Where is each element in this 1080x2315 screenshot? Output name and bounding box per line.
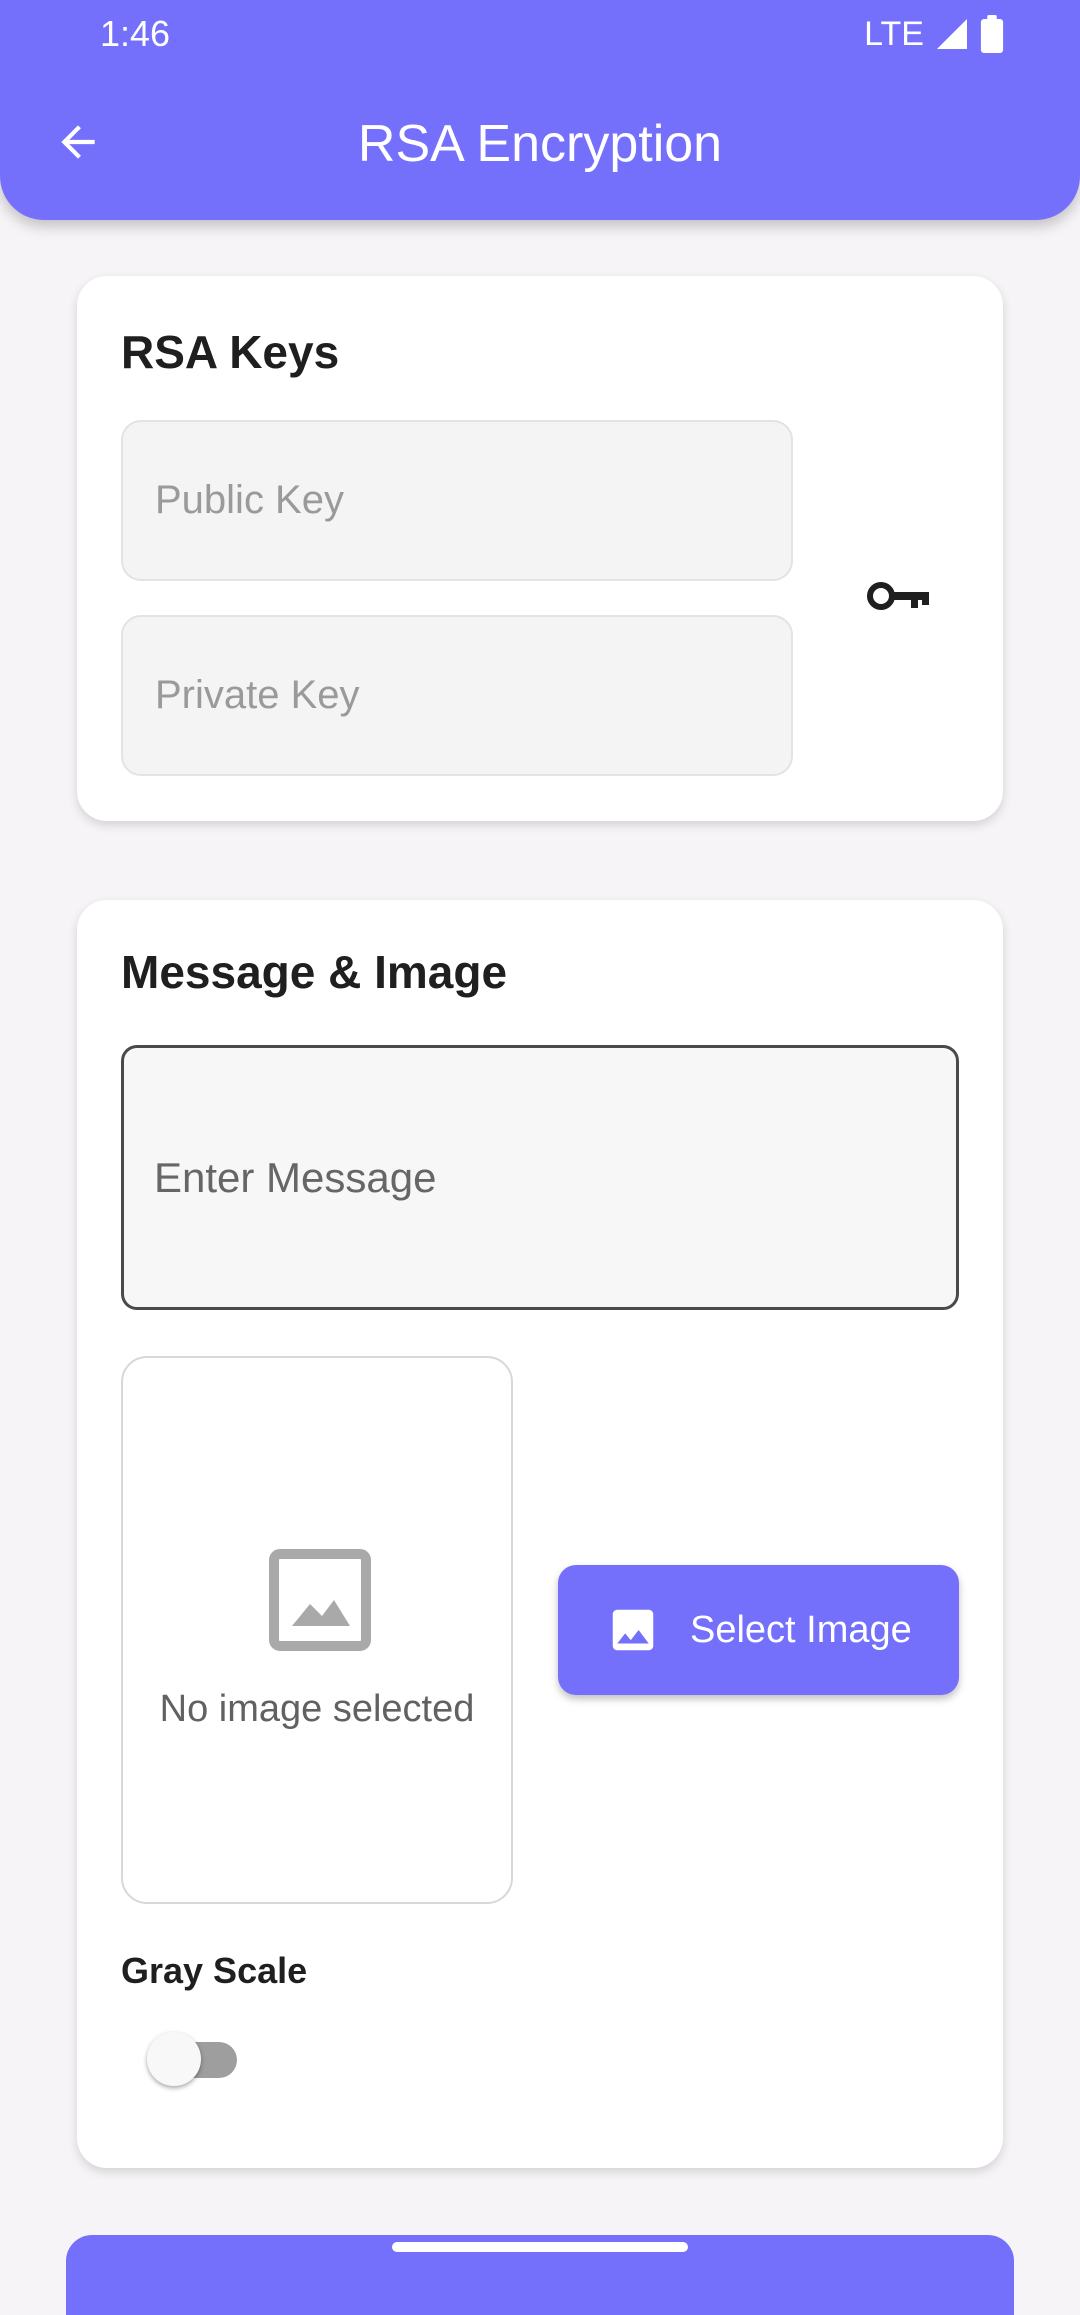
message-field	[121, 1045, 959, 1310]
message-input[interactable]	[124, 1048, 956, 1307]
page-title: RSA Encryption	[357, 115, 723, 173]
select-image-button[interactable]: Select Image	[558, 1565, 959, 1695]
gesture-handle	[392, 2242, 688, 2252]
key-icon	[867, 582, 929, 610]
rsa-keys-title: RSA Keys	[121, 326, 340, 378]
private-key-input[interactable]	[123, 617, 791, 774]
generate-keys-button[interactable]	[857, 566, 941, 626]
image-preview: No image selected	[121, 1356, 513, 1904]
gray-scale-toggle[interactable]	[147, 2030, 247, 2090]
signal-icon	[937, 19, 967, 49]
back-button[interactable]	[48, 112, 108, 172]
image-icon	[612, 1609, 654, 1651]
status-time: 1:46	[100, 13, 171, 54]
battery-icon	[980, 15, 1004, 53]
public-key-input[interactable]	[123, 422, 791, 579]
network-type: LTE	[864, 14, 924, 53]
select-image-label: Select Image	[690, 1608, 912, 1651]
no-image-label: No image selected	[159, 1688, 475, 1730]
status-icons: LTE	[864, 12, 1004, 56]
gray-scale-label: Gray Scale	[121, 1950, 308, 1991]
image-placeholder-icon	[269, 1549, 371, 1651]
toggle-thumb	[147, 2032, 201, 2086]
message-image-title: Message & Image	[121, 946, 508, 998]
message-image-card: Message & Image No image selected Select…	[77, 900, 1003, 2168]
public-key-field	[121, 420, 793, 581]
arrow-back-icon	[61, 125, 95, 159]
private-key-field	[121, 615, 793, 776]
app-bar: 1:46 LTE RSA Encryption	[0, 0, 1080, 220]
rsa-keys-card: RSA Keys	[77, 276, 1003, 821]
